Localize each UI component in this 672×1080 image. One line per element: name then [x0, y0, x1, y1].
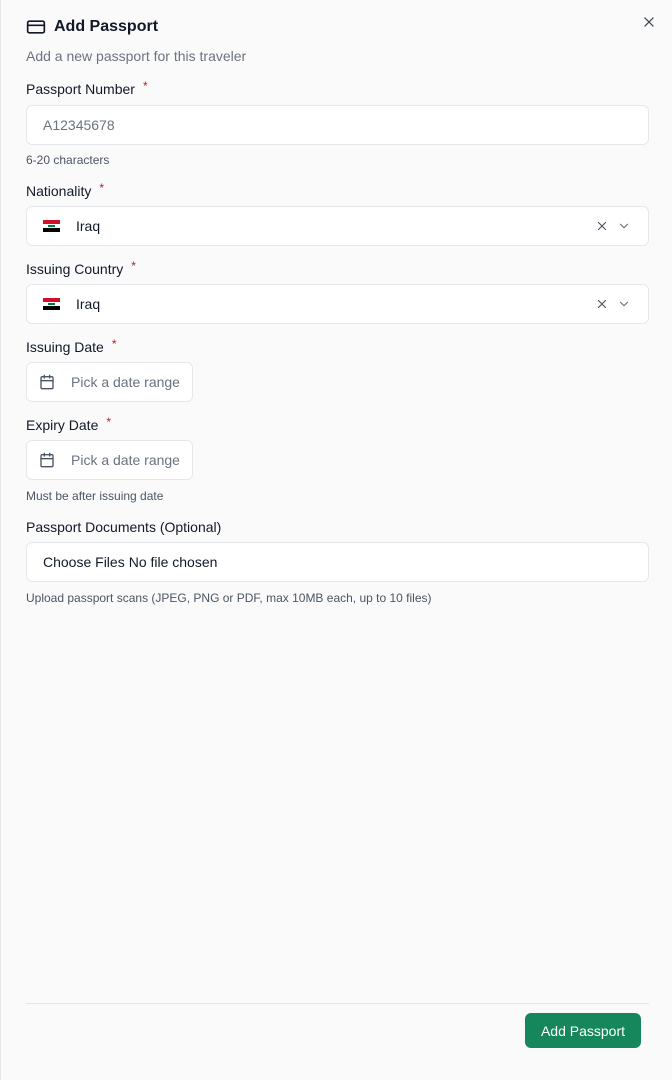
issuing-country-value: Iraq [76, 296, 101, 312]
passport-number-help: 6-20 characters [26, 153, 110, 167]
choose-files-button[interactable]: Choose Files [43, 554, 125, 570]
file-status: No file chosen [128, 554, 218, 570]
chevron-down-icon[interactable] [616, 296, 632, 312]
nationality-value: Iraq [76, 218, 101, 234]
calendar-icon [39, 452, 55, 468]
iraq-flag-icon [43, 298, 60, 310]
close-button[interactable] [639, 14, 659, 34]
clear-icon[interactable] [594, 218, 610, 234]
required-mark: * [111, 337, 117, 351]
nationality-label: Nationality * [26, 181, 105, 199]
passport-number-label-text: Passport Number [26, 81, 135, 97]
nationality-select[interactable]: Iraq [26, 206, 649, 246]
dialog-subtitle: Add a new passport for this traveler [26, 48, 247, 64]
add-passport-button[interactable]: Add Passport [525, 1013, 641, 1048]
issuing-country-select[interactable]: Iraq [26, 284, 649, 324]
required-mark: * [131, 259, 136, 273]
chevron-down-icon[interactable] [616, 218, 632, 234]
clear-icon[interactable] [594, 296, 610, 312]
dialog-header: Add Passport [26, 17, 158, 37]
issuing-country-label-text: Issuing Country [26, 261, 124, 277]
footer-divider [26, 1003, 649, 1004]
required-mark: * [99, 181, 105, 195]
expiry-date-help: Must be after issuing date [26, 489, 164, 503]
calendar-icon [39, 374, 55, 390]
issuing-date-label: Issuing Date * [26, 337, 117, 355]
expiry-date-label-text: Expiry Date [26, 417, 99, 433]
passport-documents-label: Passport Documents (Optional) [26, 519, 222, 535]
close-icon[interactable] [642, 15, 656, 34]
file-upload-input[interactable]: Choose Files No file chosen [26, 542, 649, 582]
passport-number-input[interactable] [26, 105, 649, 145]
credit-card-icon [26, 17, 46, 37]
nationality-label-text: Nationality [26, 183, 92, 199]
iraq-flag-icon [43, 220, 60, 232]
issuing-date-label-text: Issuing Date [26, 339, 104, 355]
required-mark: * [106, 415, 112, 429]
issuing-country-label: Issuing Country * [26, 259, 136, 277]
expiry-date-picker-button[interactable]: Pick a date range [26, 440, 193, 480]
issuing-date-picker-button[interactable]: Pick a date range [26, 362, 193, 402]
expiry-date-label: Expiry Date * [26, 415, 112, 433]
required-mark: * [142, 79, 148, 93]
dialog-title: Add Passport [54, 18, 159, 35]
passport-number-label: Passport Number * [26, 79, 148, 97]
passport-documents-help: Upload passport scans (JPEG, PNG or PDF,… [26, 591, 432, 605]
issuing-date-placeholder: Pick a date range [71, 374, 180, 390]
expiry-date-placeholder: Pick a date range [71, 452, 180, 468]
